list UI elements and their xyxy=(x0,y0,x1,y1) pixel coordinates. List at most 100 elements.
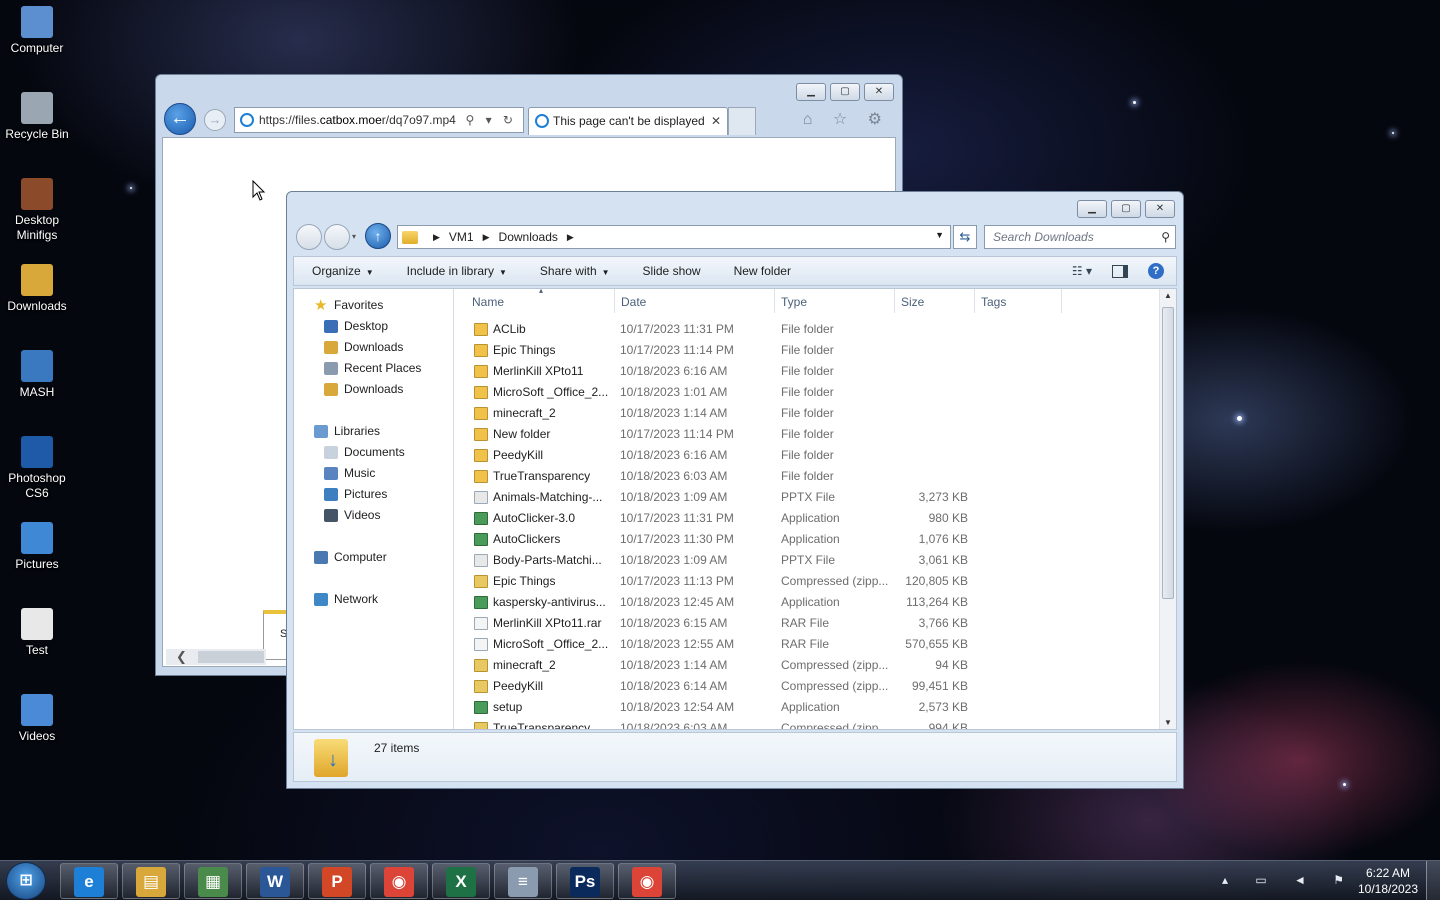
file-row[interactable]: MerlinKill XPto11 10/18/2023 6:16 AM File … xyxy=(454,361,1159,382)
minimize-button[interactable]: ▁ xyxy=(1077,200,1107,218)
column-header-tags[interactable]: Tags xyxy=(981,295,1006,309)
desktop-icon[interactable]: Computer xyxy=(2,6,72,56)
taskbar-notepad[interactable]: ≡ xyxy=(494,863,552,899)
recent-pages-dropdown-icon[interactable]: ▾ xyxy=(352,232,356,241)
forward-button[interactable]: → xyxy=(204,109,226,131)
nav-item-music[interactable]: Music xyxy=(294,463,453,484)
desktop-icon[interactable]: Videos xyxy=(2,694,72,744)
column-header-type[interactable]: Type xyxy=(781,295,807,309)
column-divider[interactable] xyxy=(614,289,615,313)
file-row[interactable]: minecraft_2 10/18/2023 1:14 AM File folder xyxy=(454,403,1159,424)
file-row[interactable]: AutoClickers 10/17/2023 11:30 PM Applicati… xyxy=(454,529,1159,550)
command-include-in-library[interactable]: Include in library ▼ xyxy=(389,264,522,278)
preview-pane-icon[interactable] xyxy=(1112,264,1128,278)
forward-button[interactable] xyxy=(324,224,350,250)
file-row[interactable]: Body-Parts-Matchi... 10/18/2023 1:09 AM PP… xyxy=(454,550,1159,571)
column-header-name[interactable]: Name xyxy=(472,295,504,309)
file-row[interactable]: setup 10/18/2023 12:54 AM Application 2,573… xyxy=(454,697,1159,718)
maximize-button[interactable]: ▢ xyxy=(1111,200,1141,218)
change-view-icon[interactable]: ☷ ▾ xyxy=(1072,264,1092,278)
scrollbar-thumb[interactable] xyxy=(198,651,264,663)
search-icon[interactable]: ⚲ xyxy=(1161,226,1170,248)
nav-computer[interactable]: Computer xyxy=(294,547,453,568)
new-tab-button[interactable] xyxy=(728,107,756,135)
file-row[interactable]: PeedyKill 10/18/2023 6:16 AM File folder xyxy=(454,445,1159,466)
file-row[interactable]: PeedyKill 10/18/2023 6:14 AM Compressed (z… xyxy=(454,676,1159,697)
column-header-size[interactable]: Size xyxy=(901,295,924,309)
file-row[interactable]: TrueTransparency 10/18/2023 6:03 AM Compre… xyxy=(454,718,1159,729)
scroll-down-icon[interactable]: ▼ xyxy=(1164,718,1172,727)
horizontal-scrollbar[interactable]: ❮ xyxy=(166,649,266,665)
address-bar[interactable]: https://files.catbox.moer/dq7o97.mp4 ⚲ ▾… xyxy=(234,107,524,133)
desktop-icon[interactable]: MASH xyxy=(2,350,72,400)
browser-tab[interactable]: This page can't be displayed ✕ xyxy=(528,107,728,135)
command-share-with[interactable]: Share with ▼ xyxy=(522,264,625,278)
nav-item-documents[interactable]: Documents xyxy=(294,442,453,463)
desktop-icon[interactable]: Pictures xyxy=(2,522,72,572)
nav-item-downloads[interactable]: Downloads xyxy=(294,379,453,400)
taskbar-internet-explorer[interactable]: e xyxy=(60,863,118,899)
taskbar-task-manager[interactable]: ▦ xyxy=(184,863,242,899)
maximize-button[interactable]: ▢ xyxy=(830,83,860,101)
file-row[interactable]: AutoClicker-3.0 10/17/2023 11:31 PM Applic… xyxy=(454,508,1159,529)
taskbar-word[interactable]: W xyxy=(246,863,304,899)
nav-item-videos[interactable]: Videos xyxy=(294,505,453,526)
file-row[interactable]: Animals-Matching-... 10/18/2023 1:09 AM PP… xyxy=(454,487,1159,508)
nav-item-recent-places[interactable]: Recent Places xyxy=(294,358,453,379)
file-row[interactable]: Epic Things 10/17/2023 11:13 PM Compressed… xyxy=(454,571,1159,592)
taskbar-excel[interactable]: X xyxy=(432,863,490,899)
back-button[interactable]: ← xyxy=(164,103,196,135)
taskbar-chrome[interactable]: ◉ xyxy=(370,863,428,899)
breadcrumb-separator-icon[interactable]: ▶ xyxy=(483,232,490,243)
help-icon[interactable]: ? xyxy=(1148,263,1164,279)
minimize-button[interactable]: ▁ xyxy=(796,83,826,101)
clock[interactable]: 6:22 AM 10/18/2023 xyxy=(1356,865,1420,897)
start-button[interactable]: ⊞ xyxy=(6,862,46,900)
file-row[interactable]: MerlinKill XPto11.rar 10/18/2023 6:15 AM R… xyxy=(454,613,1159,634)
column-divider[interactable] xyxy=(1061,289,1062,313)
taskbar-chrome-2[interactable]: ◉ xyxy=(618,863,676,899)
breadcrumb[interactable]: ▶ VM1 ▶ Downloads ▶ ▼ xyxy=(397,225,951,249)
system-tray-icons[interactable]: ▴ ▭ ◄ ⚑ xyxy=(1222,873,1356,887)
breadcrumb-separator-icon[interactable]: ▶ xyxy=(567,232,574,243)
file-row[interactable]: ACLib 10/17/2023 11:31 PM File folder xyxy=(454,319,1159,340)
file-row[interactable]: MicroSoft _Office_2... 10/18/2023 1:01 AM… xyxy=(454,382,1159,403)
command-new-folder[interactable]: New folder xyxy=(716,264,806,278)
show-desktop-button[interactable] xyxy=(1426,861,1440,900)
file-list[interactable]: Name ▴ Date Type Size Tags ACLib 10/17/20… xyxy=(454,289,1159,729)
breadcrumb-item-downloads[interactable]: Downloads xyxy=(499,230,558,244)
desktop-icon[interactable]: Desktop Minifigs xyxy=(2,178,72,243)
scrollbar-thumb[interactable] xyxy=(1162,307,1174,599)
taskbar-photoshop[interactable]: Ps xyxy=(556,863,614,899)
vertical-scrollbar[interactable]: ▲ ▼ xyxy=(1159,289,1176,729)
desktop-icon[interactable]: Downloads xyxy=(2,264,72,314)
column-divider[interactable] xyxy=(774,289,775,313)
nav-favorites[interactable]: ★ Favorites xyxy=(294,295,453,316)
desktop-icon[interactable]: Recycle Bin xyxy=(2,92,72,142)
close-button[interactable]: ✕ xyxy=(864,83,894,101)
file-row[interactable]: kaspersky-antivirus... 10/18/2023 12:45 A… xyxy=(454,592,1159,613)
file-row[interactable]: Epic Things 10/17/2023 11:14 PM File folde… xyxy=(454,340,1159,361)
nav-libraries[interactable]: Libraries xyxy=(294,421,453,442)
back-button[interactable] xyxy=(296,224,322,250)
taskbar-powerpoint[interactable]: P xyxy=(308,863,366,899)
breadcrumb-separator-icon[interactable]: ▶ xyxy=(433,232,440,243)
scroll-up-icon[interactable]: ▲ xyxy=(1164,291,1172,300)
file-row[interactable]: TrueTransparency 10/18/2023 6:03 AM File f… xyxy=(454,466,1159,487)
nav-network[interactable]: Network xyxy=(294,589,453,610)
file-row[interactable]: MicroSoft _Office_2... 10/18/2023 12:55 A… xyxy=(454,634,1159,655)
up-folder-button[interactable]: ↑ xyxy=(365,223,391,249)
column-header-date[interactable]: Date xyxy=(621,295,646,309)
refresh-button[interactable]: ⇆ xyxy=(953,225,977,249)
desktop-icon[interactable]: Test xyxy=(2,608,72,658)
column-divider[interactable] xyxy=(974,289,975,313)
nav-item-desktop[interactable]: Desktop xyxy=(294,316,453,337)
nav-item-pictures[interactable]: Pictures xyxy=(294,484,453,505)
address-tools-icons[interactable]: ⚲ ▾ ↻ xyxy=(465,108,517,132)
taskbar-file-explorer[interactable]: ▤ xyxy=(122,863,180,899)
nav-item-downloads[interactable]: Downloads xyxy=(294,337,453,358)
search-input[interactable]: Search Downloads ⚲ xyxy=(984,225,1176,249)
navigation-pane[interactable]: ★ Favorites Desktop Downloads Recent Places D… xyxy=(294,289,454,729)
command-slide-show[interactable]: Slide show xyxy=(625,264,716,278)
file-row[interactable]: minecraft_2 10/18/2023 1:14 AM Compressed … xyxy=(454,655,1159,676)
